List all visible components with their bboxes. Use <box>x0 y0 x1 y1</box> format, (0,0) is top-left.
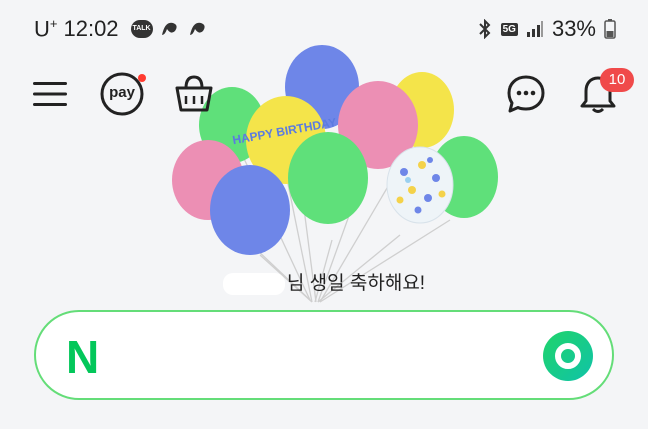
carrier-label: U+ <box>34 16 58 42</box>
thread-icon <box>161 22 177 36</box>
search-bar[interactable]: N <box>34 310 614 400</box>
talk-icon: TALK <box>130 20 153 39</box>
greeting-text: 님 생일 축하해요! <box>286 273 426 294</box>
search-input[interactable] <box>128 332 532 382</box>
birthday-greeting: 님 생일 축하해요! <box>0 268 648 295</box>
menu-icon <box>33 82 67 106</box>
battery-level: 33% <box>551 16 596 41</box>
notification-count-badge: 10 <box>600 68 634 92</box>
naver-logo[interactable]: N <box>66 332 99 382</box>
top-app-bar: pay 10 <box>0 62 648 128</box>
shopping-button[interactable] <box>170 70 218 118</box>
balloon-green <box>288 132 368 224</box>
battery-icon <box>604 19 616 39</box>
shopping-icon <box>175 75 213 112</box>
bluetooth-icon <box>478 19 491 39</box>
screen: U+ 12:02 TALK 5G 33% HAPPY BIRTHDAY pay … <box>0 0 648 429</box>
lens-icon[interactable] <box>542 330 594 382</box>
chat-icon <box>507 75 545 113</box>
network-5g-icon: 5G <box>500 22 518 36</box>
status-right: 5G 33% <box>477 16 616 42</box>
menu-button[interactable] <box>26 70 74 118</box>
pay-label: pay <box>109 84 135 101</box>
masked-user-name <box>222 272 285 295</box>
pay-button[interactable]: pay <box>98 70 146 118</box>
signal-icon <box>526 21 543 37</box>
notification-button[interactable]: 10 <box>574 68 634 118</box>
balloon-blue <box>210 165 290 255</box>
clock: 12:02 <box>63 16 119 42</box>
thread-icon <box>189 22 205 36</box>
balloon-confetti <box>386 146 454 224</box>
pay-new-dot <box>138 74 146 82</box>
chat-button[interactable] <box>502 70 550 118</box>
status-left: U+ 12:02 TALK <box>34 16 209 42</box>
